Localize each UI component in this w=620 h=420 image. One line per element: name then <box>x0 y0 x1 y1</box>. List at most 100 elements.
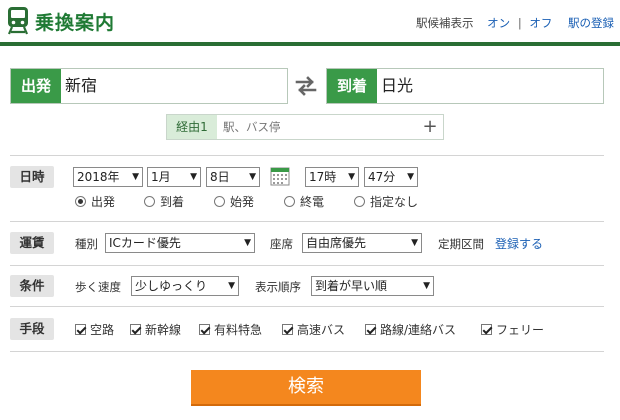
from-label: 出発 <box>11 69 61 103</box>
sort-order-value: 到着が早い順 <box>315 279 388 293</box>
walk-speed-label: 歩く速度 <box>75 280 121 294</box>
radio-label: 指定なし <box>370 195 419 209</box>
radio-label: 始発 <box>230 195 255 209</box>
to-station-box: 到着 <box>326 68 604 104</box>
fare-type-value: ICカード優先 <box>109 236 181 250</box>
seat-select[interactable]: 自由席優先 ▼ <box>302 233 422 253</box>
radio-button[interactable] <box>284 196 295 207</box>
radio-button[interactable] <box>354 196 365 207</box>
datetime-label: 日時 <box>10 166 54 188</box>
divider <box>10 155 604 156</box>
check-label: 空路 <box>90 323 115 337</box>
header-links: 駅候補表示 オン | オフ 駅の登録 <box>416 15 614 31</box>
divider <box>10 265 604 266</box>
chevron-down-icon: ▼ <box>411 238 418 248</box>
divider <box>10 306 604 307</box>
chevron-down-icon: ▼ <box>132 172 139 182</box>
day-select[interactable]: 8日 ▼ <box>206 167 260 187</box>
register-commuter-link[interactable]: 登録する <box>495 235 543 252</box>
divider <box>10 351 604 352</box>
seat-value: 自由席優先 <box>306 236 367 250</box>
checkbox[interactable] <box>481 324 492 335</box>
checkbox[interactable] <box>199 324 210 335</box>
from-station-input[interactable] <box>65 69 283 103</box>
via-label: 経由1 <box>167 115 217 139</box>
radio-arrival[interactable]: 到着 <box>144 193 184 210</box>
sort-order-select[interactable]: 到着が早い順 ▼ <box>311 276 434 296</box>
train-icon <box>7 7 29 35</box>
app-title: 乗換案内 <box>35 12 116 34</box>
radio-label: 出発 <box>91 195 116 209</box>
hour-select[interactable]: 17時 ▼ <box>305 167 359 187</box>
check-air[interactable]: 空路 <box>75 321 114 338</box>
hour-value: 17時 <box>309 170 337 184</box>
walk-speed-value: 少しゆっくり <box>135 279 208 293</box>
chevron-down-icon: ▼ <box>249 172 256 182</box>
check-route-bus[interactable]: 路線/連絡バス <box>365 321 456 338</box>
minute-select[interactable]: 47分 ▼ <box>364 167 418 187</box>
checkbox[interactable] <box>365 324 376 335</box>
conditions-label: 条件 <box>10 275 54 297</box>
register-station-link[interactable]: 駅の登録 <box>568 16 614 30</box>
radio-departure[interactable]: 出発 <box>75 193 115 210</box>
radio-last-train[interactable]: 終電 <box>284 193 324 210</box>
via-station-input[interactable] <box>223 115 413 139</box>
check-highway-bus[interactable]: 高速バス <box>282 321 345 338</box>
means-label: 手段 <box>10 318 54 340</box>
checkbox[interactable] <box>282 324 293 335</box>
header: 乗換案内 駅候補表示 オン | オフ 駅の登録 <box>0 0 620 48</box>
from-station-box: 出発 <box>10 68 288 104</box>
check-label: 高速バス <box>297 323 346 337</box>
sort-order-label: 表示順序 <box>255 280 301 294</box>
calendar-icon[interactable] <box>270 166 290 186</box>
month-select[interactable]: 1月 ▼ <box>147 167 201 187</box>
add-via-button[interactable]: + <box>421 115 439 139</box>
search-button[interactable]: 検索 <box>191 370 421 406</box>
chevron-down-icon: ▼ <box>407 172 414 182</box>
check-limited-express[interactable]: 有料特急 <box>199 321 262 338</box>
check-label: 新幹線 <box>145 323 182 337</box>
minute-value: 47分 <box>368 170 396 184</box>
datetime-type-radios: 出発 到着 始発 終電 指定なし <box>75 193 445 209</box>
radio-button[interactable] <box>214 196 225 207</box>
year-select[interactable]: 2018年 ▼ <box>73 167 143 187</box>
fare-type-select[interactable]: ICカード優先 ▼ <box>105 233 255 253</box>
check-label: 路線/連絡バス <box>380 323 457 337</box>
seat-label: 座席 <box>270 237 293 251</box>
suggest-on-link[interactable]: オン <box>487 16 510 30</box>
commuter-section-label: 定期区間 <box>438 237 484 251</box>
check-label: フェリー <box>496 323 545 337</box>
chevron-down-icon: ▼ <box>423 281 430 291</box>
suggest-off-link[interactable]: オフ <box>529 16 552 30</box>
divider <box>10 221 604 222</box>
station-suggest-label: 駅候補表示 <box>416 16 474 30</box>
checkbox[interactable] <box>75 324 86 335</box>
radio-unspecified[interactable]: 指定なし <box>354 193 418 210</box>
to-station-input[interactable] <box>381 69 599 103</box>
via-box: 経由1 + <box>166 114 444 140</box>
header-divider <box>0 42 620 46</box>
check-label: 有料特急 <box>214 323 263 337</box>
chevron-down-icon: ▼ <box>228 281 235 291</box>
year-value: 2018年 <box>77 170 120 184</box>
radio-first-train[interactable]: 始発 <box>214 193 254 210</box>
checkbox[interactable] <box>130 324 141 335</box>
check-shinkansen[interactable]: 新幹線 <box>130 321 181 338</box>
month-value: 1月 <box>151 170 171 184</box>
to-label: 到着 <box>327 69 377 103</box>
chevron-down-icon: ▼ <box>244 238 251 248</box>
radio-label: 到着 <box>160 195 185 209</box>
link-separator: | <box>517 16 522 30</box>
walk-speed-select[interactable]: 少しゆっくり ▼ <box>131 276 239 296</box>
radio-button[interactable] <box>144 196 155 207</box>
radio-label: 終電 <box>300 195 325 209</box>
radio-button[interactable] <box>75 196 86 207</box>
chevron-down-icon: ▼ <box>348 172 355 182</box>
chevron-down-icon: ▼ <box>190 172 197 182</box>
means-checkboxes: 空路 新幹線 有料特急 高速バス 路線/連絡バス フェリー <box>75 321 555 337</box>
day-value: 8日 <box>210 170 230 184</box>
check-ferry[interactable]: フェリー <box>481 321 544 338</box>
fare-type-label: 種別 <box>75 237 98 251</box>
fare-label: 運賃 <box>10 232 54 254</box>
swap-arrows-icon[interactable] <box>294 74 318 98</box>
